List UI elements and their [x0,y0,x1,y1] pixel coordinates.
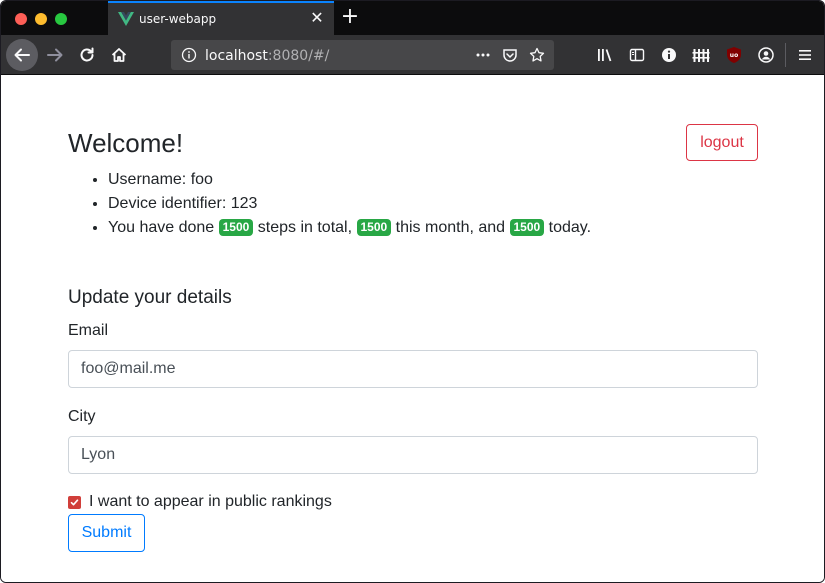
page-actions-button[interactable] [474,46,492,64]
url-text: localhost:8080/#/ [205,48,329,64]
browser-window: user-webapp ✕ + localhost:8080/#/ uo Wel… [0,0,825,583]
vue-logo-icon [118,12,134,26]
steps-suffix: today. [544,219,592,236]
city-label: City [68,408,96,425]
library-button[interactable] [596,45,616,65]
star-icon [529,47,545,62]
submit-button[interactable]: Submit [68,514,145,552]
checkmark-icon [70,498,79,505]
city-field[interactable] [68,436,758,474]
home-icon [111,48,127,62]
minimize-window-button[interactable] [35,13,47,25]
extension-fence-button[interactable] [691,45,711,65]
pocket-button[interactable] [501,46,519,64]
page-content: Welcome! logout Username: foo Device ide… [1,76,824,582]
arrow-right-icon [47,48,63,62]
steps-mid1: steps in total, [253,219,357,236]
rankings-label: I want to appear in public rankings [89,493,332,510]
menu-button[interactable] [795,45,815,65]
reload-icon [80,47,94,62]
email-label: Email [68,322,109,339]
email-field[interactable] [68,350,758,388]
arrow-left-icon [14,48,30,62]
pocket-icon [503,49,517,62]
toolbar-separator [785,43,786,67]
home-button[interactable] [103,39,135,71]
url-path: :8080/#/ [267,48,330,64]
steps-total-badge: 1500 [218,219,254,236]
info-circle-icon [662,48,676,62]
more-horizontal-icon [476,53,490,57]
steps-mid2: this month, and [391,219,510,236]
tab-bar: user-webapp ✕ + [1,1,824,35]
steps-today-badge: 1500 [509,219,545,236]
tab-title: user-webapp [139,12,217,26]
list-item-steps: You have done 1500 steps in total, 1500 … [108,216,591,240]
account-button[interactable] [756,45,776,65]
account-icon [758,47,774,63]
list-item-username: Username: foo [108,168,591,192]
bookmark-button[interactable] [528,46,546,64]
tab-close-icon[interactable]: ✕ [308,10,326,28]
ublock-button[interactable]: uo [724,45,744,65]
welcome-heading: Welcome! [68,128,184,158]
svg-text:uo: uo [730,52,738,59]
steps-month-badge: 1500 [356,219,392,236]
rankings-option[interactable]: I want to appear in public rankings [68,492,332,512]
library-icon [598,49,612,62]
maximize-window-button[interactable] [55,13,67,25]
url-host: localhost [205,48,268,64]
ublock-shield-icon: uo [727,47,741,63]
sidebar-button[interactable] [627,45,647,65]
update-details-heading: Update your details [68,287,232,308]
user-info-list: Username: foo Device identifier: 123 You… [108,168,591,240]
reload-button[interactable] [71,39,103,71]
fence-icon [692,49,710,62]
close-window-button[interactable] [15,13,27,25]
navigation-toolbar: localhost:8080/#/ uo [1,35,824,75]
url-bar[interactable]: localhost:8080/#/ [171,40,554,70]
back-button[interactable] [6,39,38,71]
forward-button[interactable] [39,39,71,71]
rankings-checkbox[interactable] [68,495,81,509]
logout-button[interactable]: logout [686,124,758,161]
info-icon[interactable] [181,47,197,63]
sidebar-icon [629,48,645,62]
list-item-device: Device identifier: 123 [108,192,591,216]
new-tab-button[interactable]: + [339,6,361,28]
steps-prefix: You have done [108,219,219,236]
extension-info-button[interactable] [659,45,679,65]
hamburger-menu-icon [799,50,811,60]
tab-user-webapp[interactable]: user-webapp ✕ [108,1,334,35]
